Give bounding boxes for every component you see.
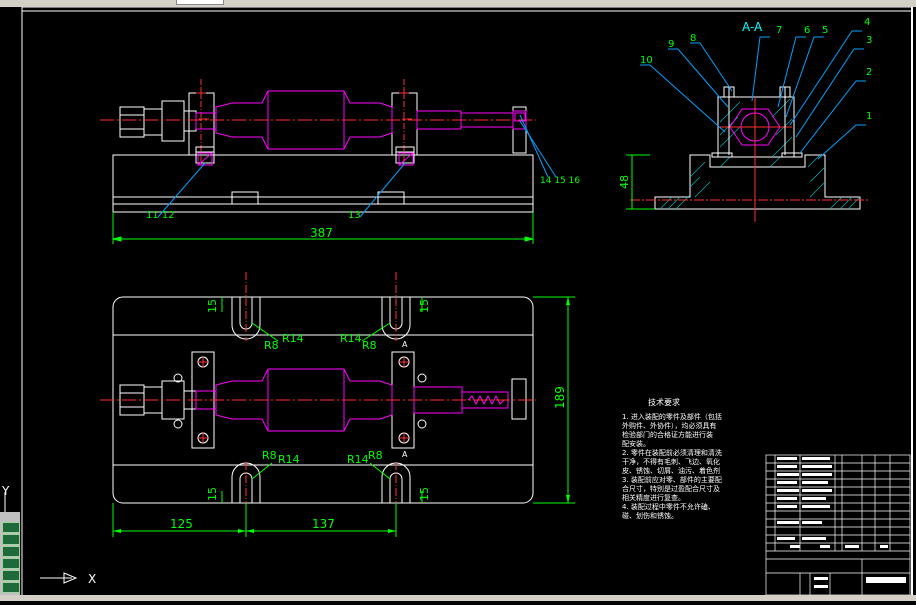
tool-button-3[interactable] [2, 546, 20, 557]
radius-r8-bl: R8 [262, 449, 277, 462]
dimension-137-label: 137 [312, 517, 335, 531]
title-block-cells [777, 457, 906, 588]
tool-button-6[interactable] [2, 582, 20, 593]
note-line-9: 合尺寸，特别是过盈配合尺寸及 [622, 484, 720, 493]
connector-nut [119, 100, 197, 142]
slot-dim-15-tl: 15 [206, 299, 219, 313]
note-line-6: 干净，不得有毛刺、飞边、氧化 [622, 457, 720, 466]
drawing-border [21, 6, 913, 598]
balloon-13: 13 [348, 210, 361, 221]
notes-title: 技术要求 [648, 397, 680, 407]
note-line-1: 1. 进入装配的零件及部件（包括 [622, 412, 722, 421]
leader-lines-front [157, 114, 557, 218]
section-mark-a-bottom: A [402, 450, 408, 459]
balloon-9: 9 [668, 39, 674, 50]
slot-dim-15-bl: 15 [206, 487, 219, 501]
dimension-387-label: 387 [310, 226, 333, 240]
note-line-7: 皮、锈蚀、切屑、油污、着色剂 [622, 466, 720, 475]
front-view: 11 12 13 14 15 16 387 [100, 79, 580, 244]
tool-button-2[interactable] [2, 534, 20, 545]
slot-dim-15-tr: 15 [418, 299, 431, 313]
left-toolbar [0, 512, 20, 601]
balloon-5: 5 [822, 25, 828, 36]
section-mark-a-top: A [402, 340, 408, 349]
drawing-canvas[interactable]: 11 12 13 14 15 16 387 15 15 15 15 R8 R14… [0, 6, 916, 601]
status-bar [0, 595, 916, 601]
section-view-a-a: A-A 10 9 8 7 6 5 4 3 2 1 48 [618, 17, 872, 222]
radius-r8-tl: R8 [264, 339, 279, 352]
top-toolbar-strip [0, 0, 916, 7]
base-plate-front [112, 154, 534, 213]
slot-dim-15-br: 15 [418, 487, 431, 501]
dimension-189-label: 189 [553, 386, 567, 409]
balloon-7: 7 [776, 25, 782, 36]
tool-button-1[interactable] [2, 522, 20, 533]
radius-r8-br: R8 [368, 449, 383, 462]
technical-requirements: 技术要求 1. 进入装配的零件及部件（包括 外购件、外协件），均必须具有 检验部… [622, 397, 722, 520]
plan-view: 15 15 15 15 R8 R14 R14 R8 R8 R14 R14 R8 … [100, 272, 575, 537]
note-line-8: 3. 装配前应对零、部件的主要配 [622, 475, 722, 484]
balloon-4: 4 [864, 17, 870, 28]
balloon-3: 3 [866, 35, 872, 46]
dimension-48-label: 48 [618, 175, 631, 189]
radius-r14-br: R14 [347, 453, 369, 466]
note-line-5: 2. 零件在装配前必须清理和清洗 [622, 448, 722, 457]
dimension-125-label: 125 [170, 517, 193, 531]
note-line-11: 4. 装配过程中零件不允许磕、 [622, 502, 715, 511]
radius-r14-tr: R14 [340, 332, 362, 345]
drawing-tab[interactable] [176, 0, 224, 5]
fixing-screws-front [197, 112, 526, 166]
radius-r8-tr: R8 [362, 339, 377, 352]
balloon-1: 1 [866, 111, 872, 122]
tool-button-4[interactable] [2, 558, 20, 569]
note-line-10: 相关精度进行复查。 [622, 493, 685, 502]
ucs-y-label: Y [1, 484, 10, 498]
section-title: A-A [742, 20, 763, 34]
balloon-6: 6 [804, 25, 810, 36]
balloon-14-15-16: 14 15 16 [540, 176, 580, 186]
tool-button-5[interactable] [2, 570, 20, 581]
balloon-10: 10 [640, 55, 653, 66]
note-line-12: 碰、划伤和锈蚀。 [622, 511, 678, 520]
note-line-4: 配安装。 [622, 439, 650, 448]
balloon-2: 2 [866, 67, 872, 78]
leader-lines-section [640, 30, 866, 160]
note-line-3: 检验部门的合格证方能进行装 [622, 430, 713, 439]
radius-r14-tl: R14 [282, 332, 304, 345]
note-line-2: 外购件、外协件），均必须具有 [622, 421, 717, 430]
radius-r14-bl: R14 [278, 453, 300, 466]
balloon-11-12: 11 12 [146, 210, 175, 221]
ucs-x-label: X [88, 572, 96, 586]
balloon-8: 8 [690, 33, 696, 44]
